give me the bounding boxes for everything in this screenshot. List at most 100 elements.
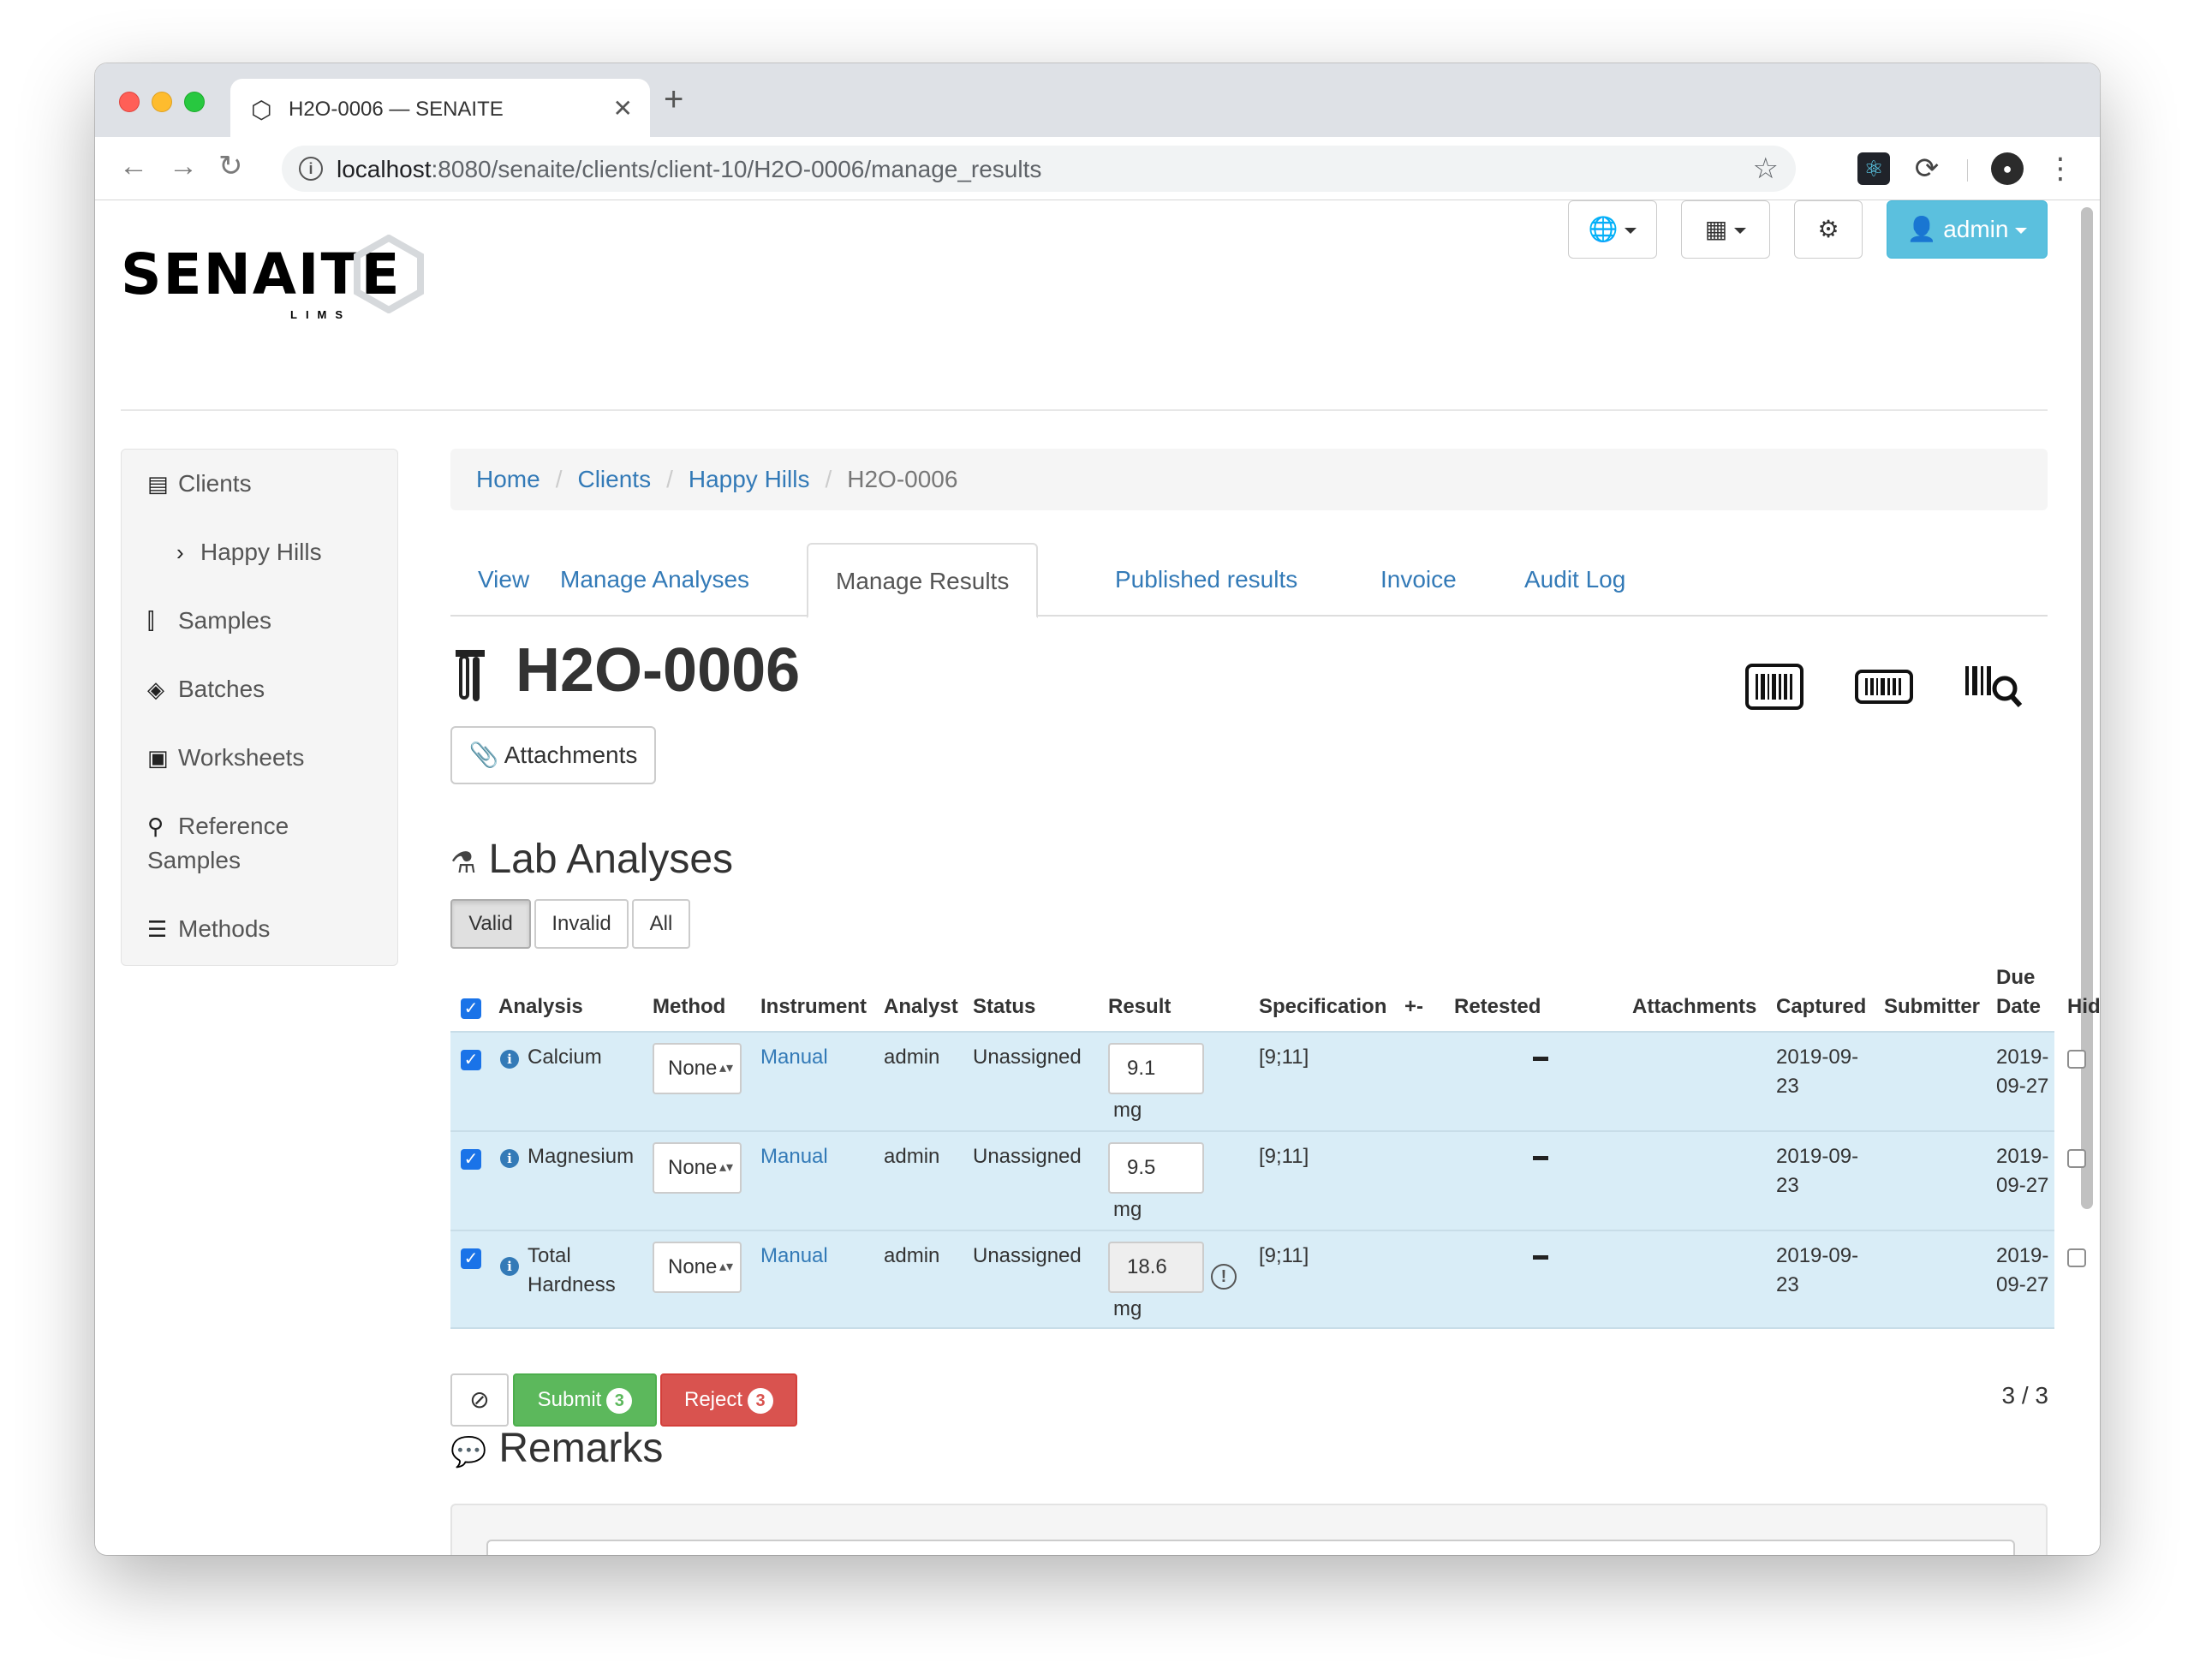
method-select[interactable]: None ▴▾ xyxy=(653,1142,742,1194)
column-header-status[interactable]: Status xyxy=(973,993,1035,1021)
table-row[interactable]: ✓ i Magnesium None ▴▾ Manual admin Unassi… xyxy=(450,1130,2086,1230)
sidebar-item-samples[interactable]: ⫿ Samples xyxy=(147,604,271,638)
senaite-logo[interactable]: SENAITE LIMS xyxy=(121,235,429,321)
column-header-instrument[interactable]: Instrument xyxy=(760,993,867,1021)
sidebar-item-reference-samples[interactable]: ⚲ Reference Samples xyxy=(147,809,289,878)
retested-dash-icon xyxy=(1533,1255,1548,1260)
tab-manage-results[interactable]: Manage Results xyxy=(807,543,1039,618)
sidebar-item-label: Methods xyxy=(178,915,271,942)
column-header-plus-minus[interactable]: +- xyxy=(1404,993,1423,1021)
filter-valid-button[interactable]: Valid xyxy=(450,899,531,949)
sync-extension-icon[interactable]: ⟳ xyxy=(1911,152,1943,185)
back-arrow-icon[interactable]: ← xyxy=(119,149,148,183)
captured-date-line2: 23 xyxy=(1776,1273,1799,1296)
exclamation-circle-icon[interactable]: ! xyxy=(1211,1264,1237,1290)
sidebar-item-label: Samples xyxy=(178,607,271,634)
reject-button[interactable]: Reject 3 xyxy=(660,1373,797,1427)
row-select-checkbox[interactable]: ✓ xyxy=(461,1248,481,1269)
chevron-right-icon: › xyxy=(176,539,184,565)
column-header-due[interactable]: Due xyxy=(1996,964,2035,992)
column-header-specification[interactable]: Specification xyxy=(1259,993,1386,1021)
submit-button[interactable]: Submit 3 xyxy=(513,1373,657,1427)
attachments-button[interactable]: 📎 Attachments xyxy=(450,726,656,784)
column-header-retested[interactable]: Retested xyxy=(1454,993,1541,1021)
barcode-label-icon[interactable] xyxy=(1854,663,1914,711)
sidebar-item-label-line2: Samples xyxy=(147,847,241,873)
result-input[interactable]: 9.1 xyxy=(1108,1043,1204,1094)
select-all-checkbox[interactable]: ✓ xyxy=(461,998,481,1019)
method-select[interactable]: None ▴▾ xyxy=(653,1043,742,1094)
table-row[interactable]: ✓ i Total Hardness None ▴▾ Manual admin U… xyxy=(450,1230,2086,1329)
column-header-hidden[interactable]: Hidden xyxy=(2067,993,2100,1021)
tab-published-results[interactable]: Published results xyxy=(1088,543,1325,617)
sidebar-item-batches[interactable]: ◈ Batches xyxy=(147,672,265,706)
browser-toolbar: ← → ↻ i localhost:8080/senaite/clients/c… xyxy=(95,137,2100,200)
tab-audit-log[interactable]: Audit Log xyxy=(1497,543,1653,617)
hidden-checkbox[interactable] xyxy=(2067,1050,2086,1069)
result-input[interactable]: 9.5 xyxy=(1108,1142,1204,1194)
sidebar-item-happy-hills[interactable]: › Happy Hills xyxy=(176,535,322,569)
due-date-line2: 09-27 xyxy=(1996,1273,2049,1296)
browser-tab[interactable]: ⬡ H2O-0006 — SENAITE ✕ xyxy=(230,79,650,137)
language-menu-button[interactable]: 🌐 xyxy=(1568,200,1657,259)
hidden-checkbox[interactable] xyxy=(2067,1248,2086,1267)
deselect-all-button[interactable]: ⊘ xyxy=(450,1373,509,1427)
column-header-analysis[interactable]: Analysis xyxy=(498,993,583,1021)
column-header-result[interactable]: Result xyxy=(1108,993,1171,1021)
profile-avatar-icon[interactable]: ● xyxy=(1991,152,2024,185)
row-select-checkbox[interactable]: ✓ xyxy=(461,1149,481,1170)
info-icon[interactable]: i xyxy=(500,1050,519,1069)
sidebar-item-label: Happy Hills xyxy=(200,539,322,565)
column-header-date[interactable]: Date xyxy=(1996,993,2041,1021)
reload-icon[interactable]: ↻ xyxy=(218,149,243,183)
hidden-checkbox[interactable] xyxy=(2067,1149,2086,1168)
close-tab-icon[interactable]: ✕ xyxy=(613,94,633,122)
bookmark-star-icon[interactable]: ☆ xyxy=(1753,152,1779,186)
info-icon[interactable]: i xyxy=(500,1257,519,1276)
submit-count-badge: 3 xyxy=(606,1387,633,1414)
tab-invoice[interactable]: Invoice xyxy=(1353,543,1484,617)
apps-menu-button[interactable]: ▦ xyxy=(1681,200,1770,259)
minimize-window-button[interactable] xyxy=(152,92,172,112)
specification-value: [9;11] xyxy=(1259,1145,1309,1168)
row-select-checkbox[interactable]: ✓ xyxy=(461,1050,481,1070)
sidebar-item-worksheets[interactable]: ▣ Worksheets xyxy=(147,741,304,775)
info-icon[interactable]: i xyxy=(500,1149,519,1168)
close-window-button[interactable] xyxy=(119,92,140,112)
filter-all-button[interactable]: All xyxy=(632,899,690,949)
admin-user-menu-button[interactable]: 👤 admin xyxy=(1887,200,2048,259)
instrument-link[interactable]: Manual xyxy=(760,1242,828,1271)
caret-down-icon xyxy=(1734,228,1747,235)
sidebar-item-clients[interactable]: ▤ Clients xyxy=(147,467,252,501)
instrument-link[interactable]: Manual xyxy=(760,1043,828,1072)
sidebar-item-methods[interactable]: ☰ Methods xyxy=(147,912,270,946)
breadcrumb-home[interactable]: Home xyxy=(476,466,540,492)
breadcrumb-happy-hills[interactable]: Happy Hills xyxy=(689,466,810,492)
flask-icon: ⚗ xyxy=(450,847,477,879)
react-devtools-icon[interactable]: ⚛ xyxy=(1857,152,1890,185)
remarks-textarea[interactable] xyxy=(486,1540,2015,1555)
instrument-link[interactable]: Manual xyxy=(760,1142,828,1171)
address-bar[interactable]: i localhost:8080/senaite/clients/client-… xyxy=(282,146,1796,192)
attachments-label: Attachments xyxy=(504,742,638,768)
filter-invalid-button[interactable]: Invalid xyxy=(534,899,629,949)
maximize-window-button[interactable] xyxy=(184,92,205,112)
barcode-search-icon[interactable] xyxy=(1964,663,2024,711)
column-header-analyst[interactable]: Analyst xyxy=(884,993,958,1021)
method-select[interactable]: None ▴▾ xyxy=(653,1242,742,1293)
kebab-menu-icon[interactable]: ⋮ xyxy=(2044,152,2077,185)
table-row[interactable]: ✓ i Calcium None ▴▾ Manual admin Unassign… xyxy=(450,1031,2086,1130)
site-info-icon[interactable]: i xyxy=(299,157,323,181)
column-header-submitter[interactable]: Submitter xyxy=(1884,993,1980,1021)
column-header-attachments[interactable]: Attachments xyxy=(1632,993,1756,1021)
column-header-captured[interactable]: Captured xyxy=(1776,993,1866,1021)
new-tab-icon[interactable]: + xyxy=(664,82,683,116)
barcode-print-icon[interactable] xyxy=(1744,663,1804,711)
caret-down-icon xyxy=(1625,228,1637,235)
column-header-method[interactable]: Method xyxy=(653,993,725,1021)
forward-arrow-icon[interactable]: → xyxy=(169,149,198,183)
settings-button[interactable]: ⚙ xyxy=(1794,200,1863,259)
tab-manage-analyses[interactable]: Manage Analyses xyxy=(533,543,777,617)
gear-icon: ⚙ xyxy=(1817,216,1839,242)
breadcrumb-clients[interactable]: Clients xyxy=(577,466,651,492)
